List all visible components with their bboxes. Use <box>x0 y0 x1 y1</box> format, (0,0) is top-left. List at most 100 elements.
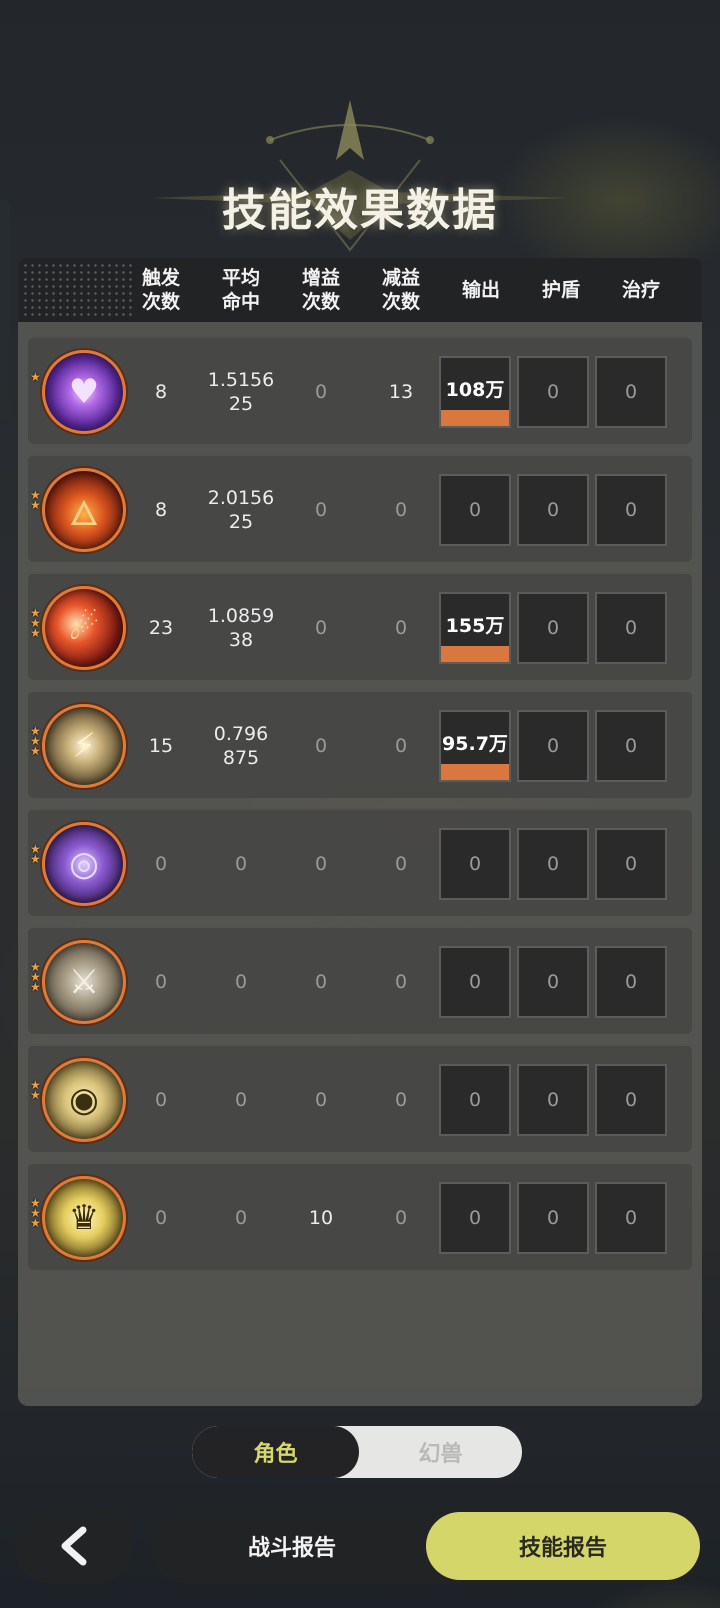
cell-buff: 0 <box>314 1089 328 1111</box>
cell-output-value: 0 <box>468 1207 482 1229</box>
cell-shield-value: 0 <box>546 381 560 403</box>
header-debuff: 减益 次数 <box>381 267 420 313</box>
star-rank-icon: ★ ★ <box>30 488 41 512</box>
sword-up-skill-icon[interactable]: ⚔ <box>42 940 126 1024</box>
cell-triggers: 8 <box>154 499 168 521</box>
cell-avg-hit: 0 <box>234 1207 248 1229</box>
role-toggle[interactable]: 角色 幻兽 <box>192 1426 522 1478</box>
output-bar <box>441 410 509 426</box>
cell-debuff: 0 <box>394 853 408 875</box>
cell-heal-value: 0 <box>624 735 638 757</box>
star-rank-icon: ★ ★ ★ <box>30 960 41 994</box>
cell-debuff: 0 <box>394 1089 408 1111</box>
cell-output: 0 <box>439 828 511 900</box>
header-buff: 增益 次数 <box>301 267 340 313</box>
cell-heal-value: 0 <box>624 853 638 875</box>
lightning-strike-skill-icon[interactable]: ⚡ <box>42 704 126 788</box>
star-rank-icon: ★ ★ ★ <box>30 606 41 640</box>
table-row: 🜂 ★ ★ 8 2.0156 25 0 0 0 0 0 <box>28 454 692 562</box>
eye-skill-icon[interactable]: ◉ <box>42 1058 126 1142</box>
cell-output: 0 <box>439 946 511 1018</box>
cell-debuff: 0 <box>394 1207 408 1229</box>
golden-spirit-skill-icon[interactable]: ♛ <box>42 1176 126 1260</box>
header-output: 输出 <box>461 279 500 301</box>
cell-avg-hit: 0 <box>234 1089 248 1111</box>
table-row: ⚡ ★ ★ ★ 15 0.796 875 0 0 95.7万 0 0 <box>28 690 692 798</box>
cell-output-value: 0 <box>468 971 482 993</box>
cell-triggers: 0 <box>154 1207 168 1229</box>
cell-heal-value: 0 <box>624 1207 638 1229</box>
cell-triggers: 23 <box>148 617 174 639</box>
cell-output: 155万 <box>439 592 511 664</box>
cell-triggers: 0 <box>154 853 168 875</box>
cell-shield: 0 <box>517 592 589 664</box>
cell-shield-value: 0 <box>546 499 560 521</box>
cell-heal: 0 <box>595 474 667 546</box>
cell-buff: 10 <box>308 1207 334 1229</box>
purple-heart-skill-icon[interactable]: ♥ <box>42 350 126 434</box>
tab-skill-report[interactable]: 技能报告 <box>426 1512 700 1580</box>
cell-output-value: 0 <box>468 853 482 875</box>
cell-avg-hit: 0 <box>234 971 248 993</box>
cell-output-value: 95.7万 <box>442 732 508 755</box>
cell-shield-value: 0 <box>546 971 560 993</box>
cell-heal: 0 <box>595 828 667 900</box>
table-row: ◎ ★ ★ 0 0 0 0 0 0 0 <box>28 808 692 916</box>
chevron-left-icon <box>61 1526 87 1566</box>
cell-output-value: 155万 <box>445 614 505 637</box>
cell-triggers: 8 <box>154 381 168 403</box>
cell-heal-value: 0 <box>624 381 638 403</box>
cell-shield: 0 <box>517 710 589 782</box>
cell-shield-value: 0 <box>546 617 560 639</box>
cell-debuff: 0 <box>394 735 408 757</box>
cell-shield-value: 0 <box>546 1089 560 1111</box>
tab-battle-report[interactable]: 战斗报告 <box>150 1508 434 1584</box>
cell-debuff: 13 <box>388 381 414 403</box>
cell-output: 0 <box>439 474 511 546</box>
cell-output: 108万 <box>439 356 511 428</box>
cell-shield: 0 <box>517 474 589 546</box>
cell-heal: 0 <box>595 946 667 1018</box>
table-row: ♛ ★ ★ ★ 0 0 10 0 0 0 0 <box>28 1162 692 1270</box>
cell-heal: 0 <box>595 1064 667 1136</box>
cell-triggers: 0 <box>154 971 168 993</box>
fire-flame-skill-icon[interactable]: 🜂 <box>42 468 126 552</box>
cell-output-value: 108万 <box>445 378 505 401</box>
cell-avg-hit: 0.796 875 <box>213 723 269 769</box>
toggle-beast[interactable]: 幻兽 <box>359 1426 522 1478</box>
cell-avg-hit: 1.5156 25 <box>207 369 275 415</box>
header-triggers: 触发 次数 <box>141 267 180 313</box>
toggle-role[interactable]: 角色 <box>192 1426 359 1478</box>
cell-heal: 0 <box>595 1182 667 1254</box>
cell-shield: 0 <box>517 946 589 1018</box>
cell-heal: 0 <box>595 710 667 782</box>
cell-buff: 0 <box>314 853 328 875</box>
fire-slash-skill-icon[interactable]: ☄ <box>42 586 126 670</box>
cell-heal-value: 0 <box>624 971 638 993</box>
cell-buff: 0 <box>314 735 328 757</box>
arcane-orb-skill-icon[interactable]: ◎ <box>42 822 126 906</box>
cell-shield: 0 <box>517 1182 589 1254</box>
star-rank-icon: ★ ★ ★ <box>30 724 41 758</box>
cell-output: 0 <box>439 1182 511 1254</box>
cell-shield-value: 0 <box>546 853 560 875</box>
cell-shield: 0 <box>517 356 589 428</box>
cell-output-value: 0 <box>468 1089 482 1111</box>
cell-buff: 0 <box>314 499 328 521</box>
cell-debuff: 0 <box>394 971 408 993</box>
star-rank-icon: ★ <box>30 370 41 384</box>
cell-heal-value: 0 <box>624 617 638 639</box>
cell-avg-hit: 1.0859 38 <box>207 605 275 651</box>
cell-output-value: 0 <box>468 499 482 521</box>
header-heal: 治疗 <box>621 279 660 301</box>
cell-output: 0 <box>439 1064 511 1136</box>
cell-triggers: 0 <box>154 1089 168 1111</box>
cell-buff: 0 <box>314 971 328 993</box>
cell-heal-value: 0 <box>624 499 638 521</box>
output-bar <box>441 646 509 662</box>
cell-buff: 0 <box>314 617 328 639</box>
star-rank-icon: ★ ★ <box>30 842 41 866</box>
table-row: ☄ ★ ★ ★ 23 1.0859 38 0 0 155万 0 0 <box>28 572 692 680</box>
back-button[interactable] <box>14 1508 134 1584</box>
star-rank-icon: ★ ★ ★ <box>30 1196 41 1230</box>
